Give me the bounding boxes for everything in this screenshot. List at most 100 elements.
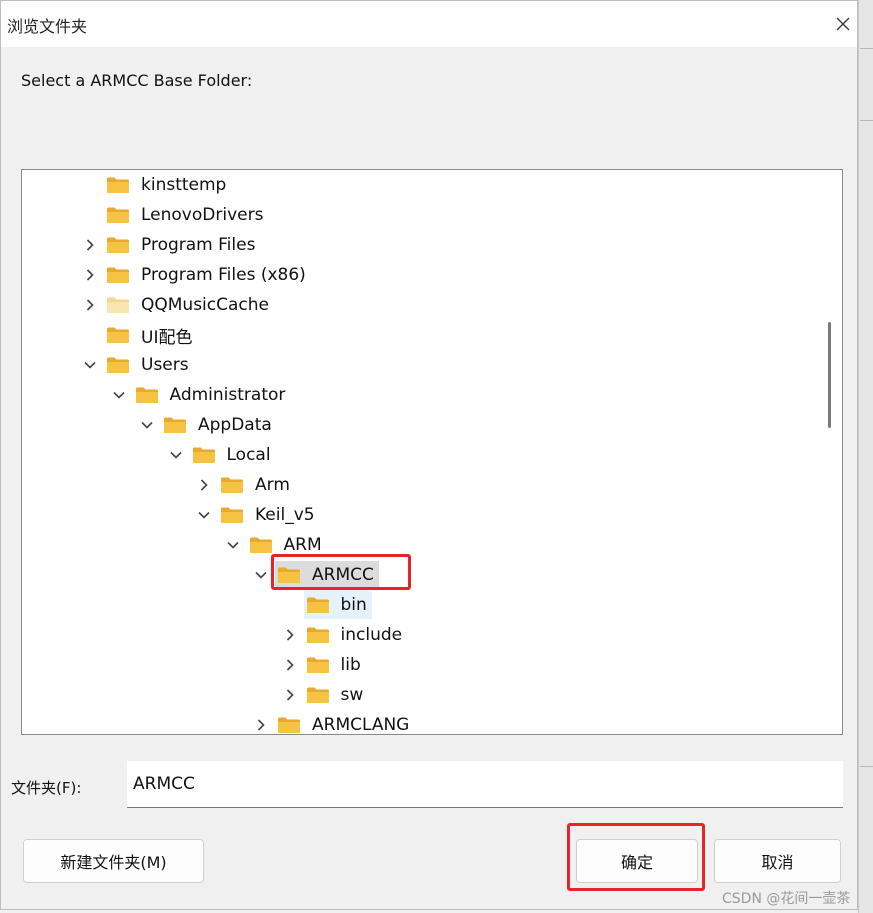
close-button[interactable]	[827, 9, 859, 39]
background-divider	[860, 48, 873, 49]
tree-item[interactable]: QQMusicCache	[82, 290, 274, 320]
annotation-highlight-ok	[567, 823, 705, 891]
background-divider	[860, 120, 873, 121]
tree-item-label: Arm	[255, 475, 290, 495]
tree-item-label: Administrator	[169, 385, 286, 405]
tree-item-label: Local	[226, 445, 271, 465]
chevron-right-icon[interactable]	[196, 477, 212, 493]
tree-item-label: lib	[340, 655, 361, 675]
tree-item-label: QQMusicCache	[141, 295, 269, 315]
folder-icon	[135, 387, 158, 403]
tree-item-content: lib	[304, 651, 366, 679]
tree-item-content: Local	[190, 441, 276, 469]
tree-item[interactable]: Keil_v5	[196, 500, 320, 530]
tree-item[interactable]: Local	[168, 440, 276, 470]
folder-icon	[306, 657, 329, 673]
folder-icon	[221, 507, 243, 523]
dialog-prompt: Select a ARMCC Base Folder:	[21, 71, 253, 90]
chevron-right-icon[interactable]	[253, 717, 269, 733]
tree-item[interactable]: sw	[282, 680, 369, 710]
tree-item[interactable]: AppData	[139, 410, 277, 440]
tree-item[interactable]: Users	[82, 350, 194, 380]
tree-item-label: Program Files	[141, 235, 256, 255]
tree-item[interactable]: lib	[282, 650, 366, 680]
background-divider	[860, 766, 873, 767]
cancel-button[interactable]: 取消	[714, 839, 841, 883]
folder-icon	[221, 477, 243, 493]
folder-input[interactable]	[127, 761, 843, 808]
folder-icon	[192, 447, 215, 463]
tree-item-label: bin	[340, 595, 367, 615]
tree-item-label: ARMCLANG	[312, 715, 410, 735]
tree-item[interactable]: kinsttemp	[82, 170, 231, 200]
chevron-down-icon[interactable]	[225, 537, 241, 553]
tree-item-content: Program Files (x86)	[104, 261, 311, 289]
tree-item-label: include	[340, 625, 403, 645]
folder-field-label: 文件夹(F):	[11, 779, 82, 797]
folder-tree[interactable]: kinsttemp LenovoDrivers Program Files Progr…	[21, 169, 843, 735]
folder-icon	[306, 687, 329, 703]
annotation-highlight-armcc	[271, 554, 411, 590]
tree-item-label: Program Files (x86)	[141, 265, 306, 285]
chevron-down-icon[interactable]	[168, 447, 184, 463]
tree-item-content: Administrator	[133, 381, 291, 409]
folder-icon	[107, 177, 129, 193]
chevron-down-icon[interactable]	[111, 387, 127, 403]
browse-folder-dialog: 浏览文件夹 Select a ARMCC Base Folder: kinstt…	[0, 0, 858, 910]
dialog-title: 浏览文件夹	[7, 17, 88, 36]
folder-icon	[107, 267, 129, 283]
tree-item[interactable]: Program Files	[82, 230, 260, 260]
folder-icon	[164, 417, 186, 433]
tree-item[interactable]: Program Files (x86)	[82, 260, 311, 290]
folder-icon	[107, 357, 129, 373]
chevron-right-icon[interactable]	[282, 687, 298, 703]
folder-icon	[306, 627, 329, 643]
tree-scrollbar-thumb[interactable]	[828, 322, 831, 428]
tree-item[interactable]: Arm	[196, 470, 295, 500]
tree-item-label: LenovoDrivers	[141, 205, 264, 225]
chevron-right-icon[interactable]	[82, 237, 98, 253]
tree-item-label: Keil_v5	[255, 505, 315, 525]
tree-item-label: Users	[141, 355, 189, 375]
background-window-edge	[858, 0, 873, 913]
tree-item[interactable]: Administrator	[111, 380, 291, 410]
tree-item[interactable]: ARMCLANG	[253, 710, 414, 735]
tree-item-label: AppData	[198, 415, 272, 435]
tree-item-content: include	[304, 621, 408, 649]
chevron-down-icon[interactable]	[82, 357, 98, 373]
folder-icon	[249, 537, 272, 553]
tree-item-content: AppData	[161, 411, 277, 439]
tree-item-content: ARMCLANG	[275, 711, 414, 735]
tree-item[interactable]: LenovoDrivers	[82, 200, 268, 230]
watermark: CSDN @花间一壶茶	[722, 891, 851, 907]
tree-item-label: kinsttemp	[141, 175, 227, 195]
tree-item-content: Arm	[218, 471, 295, 499]
close-icon	[836, 17, 850, 31]
tree-item-content: LenovoDrivers	[104, 201, 268, 229]
tree-item[interactable]: bin	[282, 590, 372, 620]
chevron-right-icon[interactable]	[82, 267, 98, 283]
title-bar: 浏览文件夹	[1, 1, 857, 47]
tree-item[interactable]: UI配色	[82, 320, 197, 350]
new-folder-button[interactable]: 新建文件夹(M)	[23, 839, 204, 883]
chevron-down-icon[interactable]	[139, 417, 155, 433]
tree-item-content: Users	[104, 351, 194, 379]
tree-item-content: sw	[304, 681, 369, 709]
folder-icon	[306, 597, 329, 613]
folder-icon	[107, 327, 129, 343]
folder-icon	[107, 297, 129, 313]
tree-item-label: UI配色	[141, 327, 193, 348]
folder-icon	[107, 237, 129, 253]
chevron-down-icon[interactable]	[196, 507, 212, 523]
tree-item-label: sw	[340, 685, 364, 705]
chevron-right-icon[interactable]	[82, 297, 98, 313]
tree-item-content: Program Files	[104, 231, 260, 259]
chevron-down-icon[interactable]	[253, 567, 269, 583]
chevron-right-icon[interactable]	[282, 627, 298, 643]
tree-item-content: QQMusicCache	[104, 291, 274, 319]
chevron-right-icon[interactable]	[282, 657, 298, 673]
tree-item[interactable]: include	[282, 620, 408, 650]
